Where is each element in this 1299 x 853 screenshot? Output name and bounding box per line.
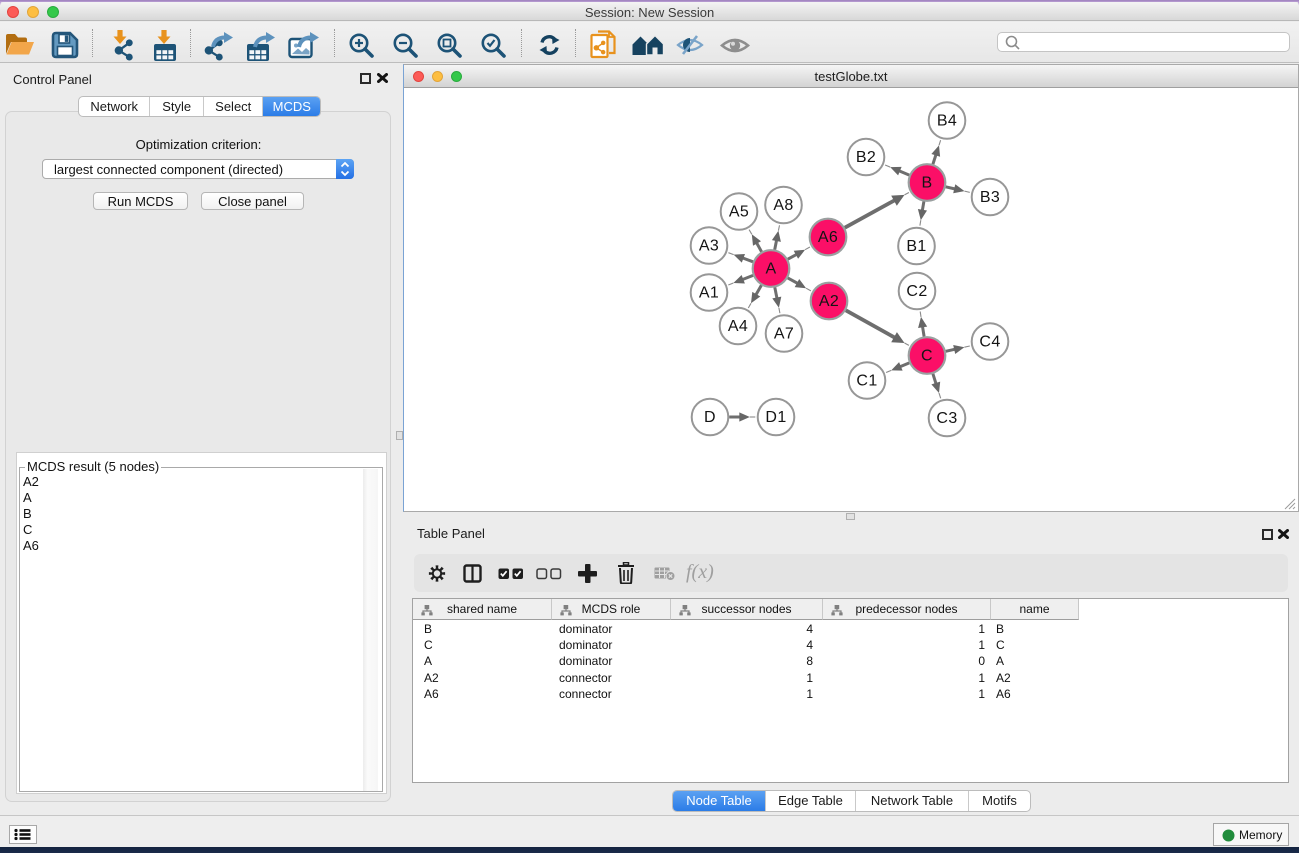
svg-text:A4: A4 — [728, 318, 748, 335]
svg-text:A5: A5 — [729, 204, 749, 221]
svg-text:C2: C2 — [906, 283, 927, 300]
svg-text:A2: A2 — [819, 293, 839, 310]
svg-text:A1: A1 — [699, 285, 719, 302]
svg-text:B: B — [921, 175, 932, 192]
svg-text:A: A — [765, 261, 776, 278]
svg-text:D1: D1 — [765, 409, 786, 426]
svg-text:A6: A6 — [818, 229, 838, 246]
svg-text:D: D — [704, 409, 716, 426]
svg-text:A8: A8 — [773, 197, 793, 214]
svg-text:C3: C3 — [936, 410, 957, 427]
svg-text:B2: B2 — [856, 149, 876, 166]
svg-text:B3: B3 — [980, 189, 1000, 206]
svg-text:B1: B1 — [906, 238, 926, 255]
svg-text:B4: B4 — [937, 113, 957, 130]
svg-text:A7: A7 — [774, 326, 794, 343]
svg-text:A3: A3 — [699, 238, 719, 255]
svg-text:C1: C1 — [856, 373, 877, 390]
svg-text:C4: C4 — [979, 334, 1000, 351]
svg-text:C: C — [921, 348, 933, 365]
